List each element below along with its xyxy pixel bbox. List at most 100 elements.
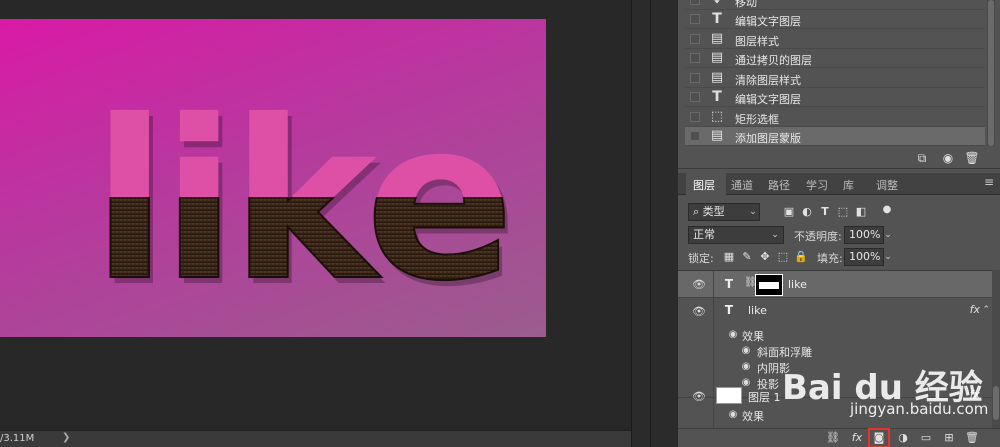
layer-mask-thumbnail[interactable] [755, 274, 783, 296]
layer-thumbnail[interactable] [716, 387, 742, 404]
eye-icon[interactable]: ◉ [727, 409, 739, 421]
trash-icon[interactable]: 🗑 [964, 150, 980, 166]
history-checkbox[interactable] [690, 0, 700, 5]
history-item[interactable]: ▤ 图层样式 [685, 30, 985, 49]
history-checkbox[interactable] [690, 34, 700, 44]
chevron-down-icon[interactable]: ⌄ [768, 226, 782, 244]
document-size: /3.11M [0, 433, 35, 444]
layer-row[interactable]: 👁 T ⛓ like [678, 271, 992, 298]
tab-libraries[interactable]: 库 [843, 177, 854, 193]
history-label: 图层样式 [735, 35, 779, 48]
filter-label: 类型 [702, 205, 725, 218]
add-layer-style-icon[interactable]: fx [848, 430, 866, 446]
tab-adjustments[interactable]: 调整 [876, 177, 898, 193]
effect-name: 斜面和浮雕 [757, 346, 812, 359]
eye-icon[interactable]: 👁 [692, 279, 706, 291]
history-checkbox[interactable] [690, 53, 700, 63]
history-item-current[interactable]: ▤ 添加图层蒙版 [685, 127, 985, 146]
history-item[interactable]: ▤ 清除图层样式 [685, 69, 985, 88]
history-item[interactable]: ▤ 通过拷贝的图层 [685, 49, 985, 68]
history-checkbox[interactable] [690, 73, 700, 83]
lock-label: 锁定: [688, 252, 714, 265]
type-filter-icon[interactable]: T [818, 205, 832, 219]
effects-label: 效果 [742, 410, 764, 423]
document-icon: ▤ [710, 50, 724, 65]
filter-toggle-icon[interactable]: ● [880, 203, 894, 217]
history-label: 清除图层样式 [735, 74, 801, 87]
lock-artboard-icon[interactable]: ⬚ [776, 250, 790, 264]
tab-layers[interactable]: 图层 [693, 177, 715, 193]
pixel-filter-icon[interactable]: ▣ [782, 205, 796, 219]
history-label: 编辑文字图层 [735, 15, 801, 28]
eye-icon[interactable]: 👁 [692, 391, 706, 403]
new-group-icon[interactable]: ▭ [917, 430, 935, 446]
lock-transparent-icon[interactable]: ▦ [722, 250, 736, 264]
chevron-down-icon[interactable]: ⌄ [881, 226, 895, 244]
tab-channels[interactable]: 通道 [731, 177, 753, 193]
scrollbar-thumb[interactable] [993, 386, 999, 420]
effects-group-row[interactable]: ◉ 效果 [678, 327, 992, 343]
history-checkbox[interactable] [690, 131, 700, 141]
add-layer-mask-button[interactable]: ◙ [868, 428, 890, 447]
history-panel: ✥ 移动 T 编辑文字图层 ▤ 图层样式 ▤ 通过拷贝的图层 ▤ 清除图层样式 … [685, 0, 985, 146]
chevron-down-icon[interactable]: ⌄ [881, 248, 895, 266]
panel-menu-icon[interactable]: ≡ [984, 175, 994, 189]
mask-white-band [759, 282, 779, 289]
effect-name: 内阴影 [757, 362, 790, 375]
opacity-label: 不透明度: [794, 230, 842, 243]
history-item[interactable]: ⬚ 矩形选框 [685, 108, 985, 127]
tab-paths[interactable]: 路径 [768, 177, 790, 193]
layer-list: 👁 T ⛓ like 👁 T like fx ⌃ ◉ 效果 ◉ 斜面和浮雕 ◉ … [678, 270, 992, 429]
fx-indicator[interactable]: fx [970, 303, 980, 316]
history-item[interactable]: T 编辑文字图层 [685, 88, 985, 107]
history-checkbox[interactable] [690, 112, 700, 122]
fill-input[interactable]: 100% [844, 248, 884, 266]
history-scrollbar[interactable] [987, 0, 995, 146]
fx-indicator[interactable]: fx [970, 388, 980, 401]
layer-row[interactable]: 👁 图层 1 fx ◉ 效果 [678, 382, 992, 429]
lock-position-icon[interactable]: ✥ [758, 250, 772, 264]
eye-icon[interactable]: ◉ [727, 329, 739, 341]
new-adjustment-layer-icon[interactable]: ◑ [894, 430, 912, 446]
lock-paint-icon[interactable]: ✎ [740, 250, 754, 264]
eye-icon[interactable]: ◉ [740, 361, 752, 373]
chevron-up-icon[interactable]: ⌃ [982, 305, 990, 315]
history-label: 通过拷贝的图层 [735, 54, 812, 67]
status-arrow-icon[interactable]: ❯ [62, 432, 70, 443]
layers-tab-bar: 图层 通道 路径 学习 库 调整 ≡ [678, 173, 1000, 196]
new-document-from-state-icon[interactable]: ⧉ [914, 150, 930, 166]
eye-icon[interactable]: ◉ [740, 345, 752, 357]
document-icon: ▤ [710, 128, 724, 143]
layer-list-scrollbar[interactable] [992, 270, 1000, 428]
history-item[interactable]: ✥ 移动 [685, 0, 985, 10]
fill-label: 填充: [817, 252, 843, 265]
layer-name[interactable]: like [788, 278, 807, 291]
layer-name[interactable]: like [748, 304, 767, 317]
delete-layer-icon[interactable]: 🗑 [963, 430, 981, 446]
divider [713, 271, 714, 297]
history-checkbox[interactable] [690, 14, 700, 24]
link-layers-icon[interactable]: ⛓ [824, 430, 842, 446]
document-canvas[interactable]: like like like [0, 19, 546, 337]
history-label: 移动 [735, 0, 757, 9]
tab-learn[interactable]: 学习 [806, 177, 828, 193]
adjustment-filter-icon[interactable]: ◐ [800, 205, 814, 219]
history-checkbox[interactable] [690, 92, 700, 102]
eye-icon[interactable]: 👁 [692, 306, 706, 318]
effect-bevel-emboss[interactable]: ◉ 斜面和浮雕 [678, 343, 992, 359]
camera-icon[interactable]: ◉ [940, 150, 956, 166]
effect-inner-shadow[interactable]: ◉ 内阴影 [678, 359, 992, 375]
layer-filter-row: ⌕ 类型 ⌄ ▣ ◐ T ⬚ ◧ ● [678, 200, 1000, 224]
effects-group-row[interactable]: ◉ 效果 [678, 407, 992, 423]
new-layer-icon[interactable]: ⊞ [940, 430, 958, 446]
history-item[interactable]: T 编辑文字图层 [685, 10, 985, 29]
shape-filter-icon[interactable]: ⬚ [836, 205, 850, 219]
scrollbar-thumb[interactable] [988, 0, 994, 146]
smart-object-filter-icon[interactable]: ◧ [854, 205, 868, 219]
canvas-area[interactable]: like like like [0, 0, 631, 430]
chevron-down-icon[interactable]: ⌄ [746, 203, 760, 221]
opacity-input[interactable]: 100% [844, 226, 884, 244]
layer-name[interactable]: 图层 1 [748, 389, 781, 405]
type-layer-icon: T [724, 277, 734, 291]
lock-all-icon[interactable]: 🔒 [794, 250, 808, 264]
